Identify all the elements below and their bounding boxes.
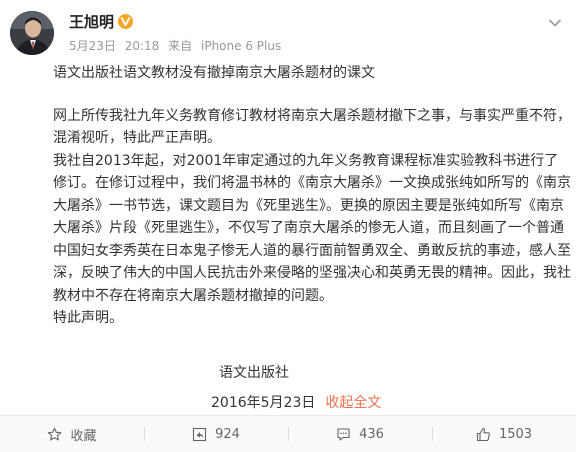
post-title: 语文出版社语文教材没有撤掉南京大屠杀题材的课文	[53, 65, 375, 81]
comment-icon	[337, 427, 350, 441]
comment-button[interactable]: 436	[288, 416, 432, 452]
signoff: 语文出版社 2016年5月23日 收起全文	[53, 362, 571, 414]
repost-count: 924	[215, 426, 240, 442]
comment-count: 436	[359, 426, 384, 442]
sign-date: 2016年5月23日	[211, 394, 316, 411]
post-date: 5月23日	[69, 39, 116, 53]
post-body: 语文出版社语文教材没有撤掉南京大屠杀题材的课文 网上所传我社九年义务教育修订教材…	[53, 62, 571, 414]
collapse-link[interactable]: 收起全文	[325, 395, 381, 411]
post-meta: 5月23日 20:18 来自 iPhone 6 Plus	[69, 38, 281, 54]
post-paragraph: 特此声明。	[53, 310, 123, 326]
signature: 语文出版社	[219, 364, 289, 381]
post-device[interactable]: iPhone 6 Plus	[201, 39, 281, 53]
action-bar: 收藏 924 436 1503	[0, 415, 576, 452]
post-time: 20:18	[124, 39, 160, 53]
favorite-label: 收藏	[70, 428, 97, 444]
avatar[interactable]	[10, 11, 54, 55]
repost-button[interactable]: 924	[144, 416, 288, 452]
post-paragraph: 网上所传我社九年义务教育修订教材将南京大屠杀题材撤下之事，与事实严重不符，混淆视…	[53, 107, 571, 147]
like-icon	[476, 427, 490, 441]
repost-icon	[193, 427, 207, 441]
favorite-button[interactable]: 收藏	[0, 416, 144, 452]
vip-badge-icon	[118, 14, 133, 29]
source-prefix: 来自	[168, 39, 193, 53]
post-paragraph: 我社自2013年起，对2001年审定通过的九年义务教育课程标准实验教科书进行了修…	[53, 152, 571, 304]
like-count: 1503	[498, 426, 533, 442]
like-button[interactable]: 1503	[432, 416, 576, 452]
sign-date-line: 2016年5月23日 收起全文	[211, 392, 571, 414]
author-name[interactable]: 王旭明	[69, 12, 114, 32]
chevron-down-icon[interactable]	[548, 18, 562, 28]
star-icon	[48, 427, 62, 441]
